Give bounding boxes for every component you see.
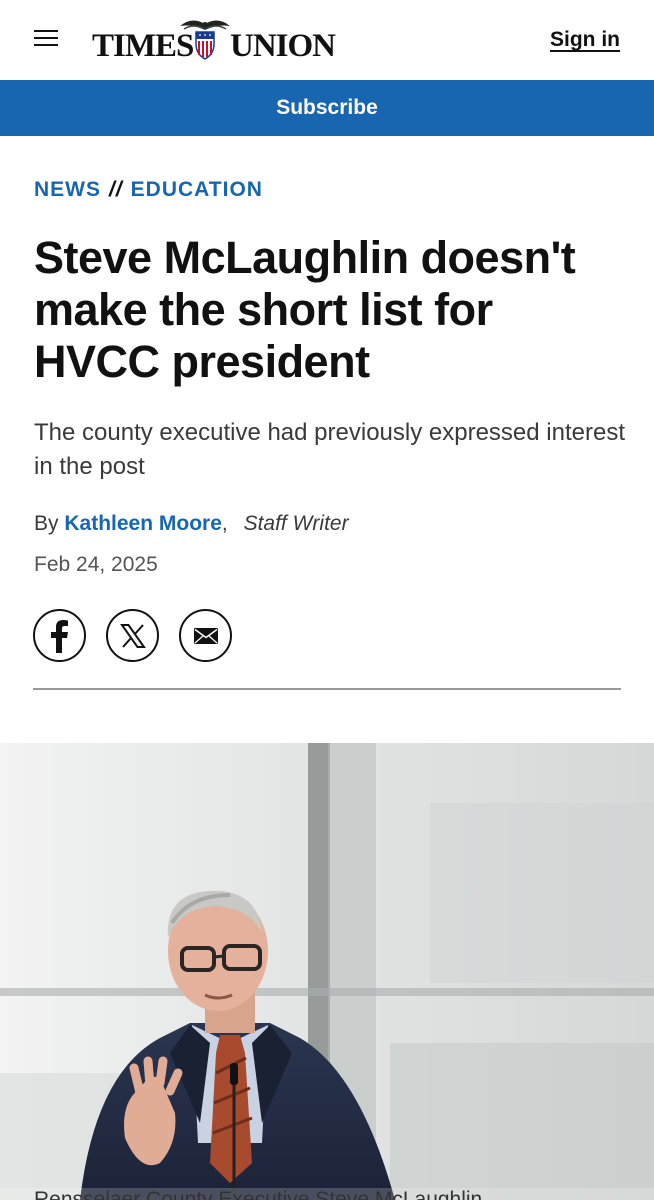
byline-comma: , <box>221 512 228 535</box>
breadcrumb: NEWS // EDUCATION <box>34 178 263 202</box>
x-share-button[interactable] <box>106 609 159 662</box>
x-icon <box>119 623 146 648</box>
email-icon <box>193 627 218 644</box>
subscribe-button[interactable]: Subscribe <box>0 80 654 136</box>
breadcrumb-separator: // <box>109 178 123 201</box>
breadcrumb-education-link[interactable]: EDUCATION <box>131 178 263 201</box>
sign-in-link[interactable]: Sign in <box>550 28 620 52</box>
share-buttons <box>33 609 232 662</box>
divider <box>33 688 621 690</box>
photo-caption: Rensselaer County Executive Steve McLaug… <box>34 1188 483 1200</box>
logo-text-right: UNION <box>230 28 336 64</box>
article-photo[interactable] <box>0 743 654 1200</box>
author-link[interactable]: Kathleen Moore <box>64 512 222 535</box>
byline: By Kathleen Moore, Staff Writer <box>34 512 349 536</box>
publish-date: Feb 24, 2025 <box>34 553 158 576</box>
byline-prefix: By <box>34 512 59 535</box>
facebook-share-button[interactable] <box>33 609 86 662</box>
times-union-logo[interactable]: TIMES UNION <box>92 14 336 64</box>
article-headline: Steve McLaughlin doesn't make the short … <box>34 232 576 387</box>
subscribe-label: Subscribe <box>276 96 378 119</box>
article-subhead: The county executive had previously expr… <box>34 419 625 480</box>
breadcrumb-news-link[interactable]: NEWS <box>34 178 101 201</box>
email-share-button[interactable] <box>179 609 232 662</box>
eagle-emblem-icon <box>180 20 230 60</box>
man-in-suit-and-glasses-speaking-photo <box>0 743 654 1200</box>
hamburger-menu-icon[interactable] <box>34 30 62 50</box>
author-role: Staff Writer <box>243 512 349 535</box>
facebook-icon <box>50 619 68 653</box>
site-header: TIMES UNION Sign in <box>0 0 654 80</box>
